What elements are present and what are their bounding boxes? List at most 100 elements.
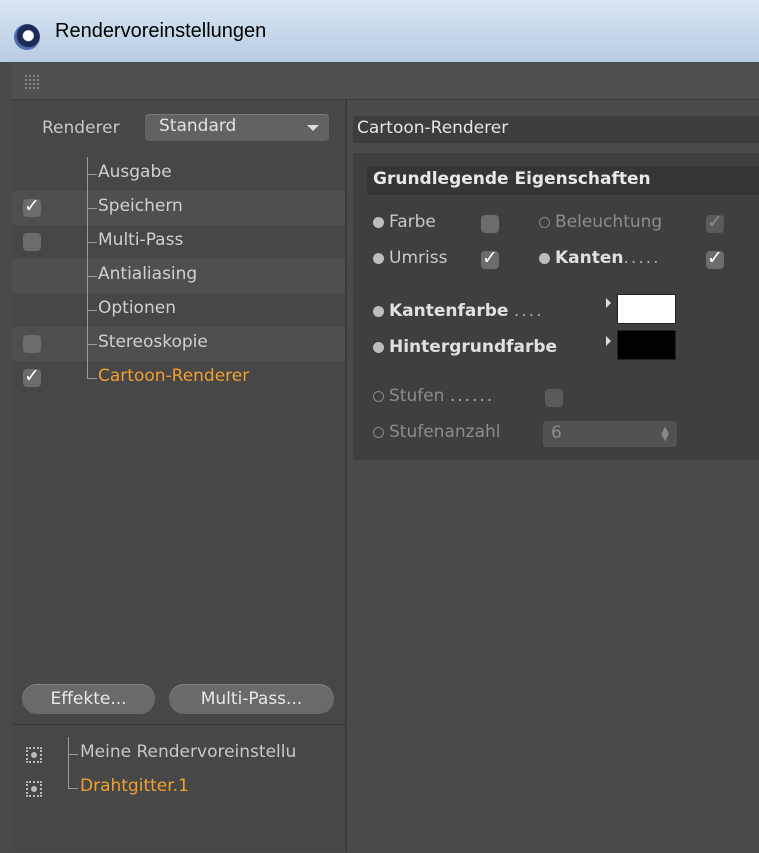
hintergrundfarbe-swatch[interactable]	[617, 330, 676, 360]
animation-radio-icon[interactable]	[373, 305, 384, 317]
farbe-property: Farbe	[373, 212, 436, 232]
tree-item-label: Optionen	[98, 298, 176, 318]
renderer-select[interactable]: Standard	[145, 114, 329, 141]
beleuchtung-label: Beleuchtung	[555, 212, 663, 232]
kantenfarbe-swatch[interactable]	[617, 294, 676, 324]
tree-item-ausgabe[interactable]: Ausgabe	[12, 157, 345, 191]
stufenanzahl-value: 6	[551, 423, 562, 443]
hintergrundfarbe-property: Hintergrundfarbe	[373, 337, 557, 357]
list-item[interactable]: Meine Rendervoreinstellu	[12, 737, 345, 771]
checkmark-icon: ✓	[24, 195, 40, 217]
tree-connector-h	[87, 242, 97, 243]
stufenanzahl-label: Stufenanzahl	[389, 422, 501, 442]
checkmark-icon: ✓	[482, 247, 498, 269]
list-item-label: Drahtgitter.1	[80, 776, 189, 796]
render-settings-list: Meine Rendervoreinstellu Drahtgitter.1	[12, 724, 345, 853]
grip-dots-icon[interactable]	[24, 74, 39, 89]
list-item-label: Meine Rendervoreinstellu	[80, 742, 297, 762]
animation-radio-icon[interactable]	[373, 216, 384, 228]
tree-connector-h	[68, 754, 78, 755]
umriss-label: Umriss	[389, 248, 448, 268]
tree-item-label: Cartoon-Renderer	[98, 366, 250, 386]
properties-panel: Cartoon-Renderer Grundlegende Eigenschaf…	[347, 100, 759, 852]
stepper-arrows-icon: ▲ ▼	[661, 425, 669, 443]
checkmark-icon: ✓	[707, 247, 723, 269]
umriss-property: Umriss	[373, 248, 447, 268]
render-preset-icon[interactable]	[26, 781, 42, 797]
animation-radio-icon	[373, 426, 384, 438]
cinema4d-logo-icon	[14, 24, 40, 50]
stufen-label: Stufen	[389, 386, 445, 406]
panel-grip[interactable]	[12, 63, 759, 100]
checkmark-icon: ✓	[707, 211, 723, 233]
kantenfarbe-property: Kantenfarbe ....	[373, 301, 544, 321]
beleuchtung-property: Beleuchtung	[539, 212, 662, 232]
tree-connector-h	[87, 174, 97, 175]
tree-item-speichern[interactable]: ✓ Speichern	[12, 191, 345, 225]
list-item[interactable]: Drahtgitter.1	[12, 771, 345, 805]
settings-tree: Ausgabe ✓ Speichern Multi-Pass Antialias…	[12, 157, 345, 395]
group-header: Grundlegende Eigenschaften	[367, 166, 759, 195]
tree-connector-h	[87, 344, 97, 345]
effects-button[interactable]: Effekte...	[22, 684, 155, 714]
animation-radio-icon[interactable]	[373, 341, 384, 353]
tree-connector	[68, 771, 69, 789]
farbe-checkbox[interactable]	[481, 215, 499, 233]
tree-item-label: Multi-Pass	[98, 230, 184, 250]
umriss-checkbox[interactable]: ✓	[481, 247, 499, 269]
animation-radio-icon[interactable]	[539, 252, 550, 264]
tree-item-multi-pass[interactable]: Multi-Pass	[12, 225, 345, 259]
section-title: Cartoon-Renderer	[357, 118, 509, 138]
stufenanzahl-stepper: 6 ▲ ▼	[543, 421, 677, 447]
checkmark-icon: ✓	[24, 365, 40, 387]
section-header: Cartoon-Renderer	[353, 116, 759, 143]
animation-radio-icon[interactable]	[373, 252, 384, 264]
stufen-checkbox	[545, 389, 563, 407]
expand-arrow-icon[interactable]	[606, 336, 611, 346]
tree-connector-h	[68, 788, 78, 789]
tree-connector-h	[87, 208, 97, 209]
stufenanzahl-property: Stufenanzahl	[373, 422, 500, 442]
icon-dot	[31, 752, 37, 758]
renderer-row: Renderer Standard	[12, 112, 345, 146]
farbe-label: Farbe	[389, 212, 436, 232]
kanten-label: Kanten	[555, 248, 624, 268]
tree-connector-h	[87, 310, 97, 311]
group-title: Grundlegende Eigenschaften	[373, 169, 651, 189]
tree-item-label: Antialiasing	[98, 264, 198, 284]
tree-connector-h	[87, 276, 97, 277]
window-title: Rendervoreinstellungen	[55, 20, 267, 42]
tree-item-label: Ausgabe	[98, 162, 172, 182]
renderer-value: Standard	[159, 116, 237, 136]
multi-pass-checkbox[interactable]	[23, 233, 41, 251]
kanten-property: Kanten.....	[539, 248, 661, 268]
speichern-checkbox[interactable]: ✓	[23, 195, 41, 217]
properties-group: Grundlegende Eigenschaften Farbe Beleuch…	[353, 153, 759, 460]
hintergrundfarbe-label: Hintergrundfarbe	[389, 337, 558, 357]
icon-dot	[31, 786, 37, 792]
tree-connector	[87, 361, 88, 379]
tree-item-optionen[interactable]: Optionen	[12, 293, 345, 327]
animation-radio-icon	[539, 216, 550, 228]
kanten-checkbox[interactable]: ✓	[706, 247, 724, 269]
left-panel: Renderer Standard Ausgabe ✓ Speichern Mu…	[12, 100, 347, 852]
tree-connector-h	[87, 378, 97, 379]
cartoon-renderer-checkbox[interactable]: ✓	[23, 365, 41, 387]
animation-radio-icon	[373, 390, 384, 402]
tree-item-stereoskopie[interactable]: Stereoskopie	[12, 327, 345, 361]
renderer-label: Renderer	[42, 118, 120, 138]
render-preset-icon[interactable]	[26, 747, 42, 763]
tree-item-antialiasing[interactable]: Antialiasing	[12, 259, 345, 293]
expand-arrow-icon[interactable]	[606, 298, 611, 308]
beleuchtung-checkbox: ✓	[706, 211, 724, 233]
multi-pass-button[interactable]: Multi-Pass...	[169, 684, 334, 714]
chevron-down-icon	[307, 125, 319, 131]
tree-item-cartoon-renderer[interactable]: ✓ Cartoon-Renderer	[12, 361, 345, 395]
stufen-dots: ......	[449, 386, 495, 406]
kanten-dots: .....	[623, 248, 661, 268]
title-bar: Rendervoreinstellungen	[0, 0, 759, 62]
stufen-property: Stufen ......	[373, 386, 494, 406]
tree-item-label: Stereoskopie	[98, 332, 208, 352]
kantenfarbe-dots: ....	[513, 301, 544, 321]
stereoskopie-checkbox[interactable]	[23, 335, 41, 353]
